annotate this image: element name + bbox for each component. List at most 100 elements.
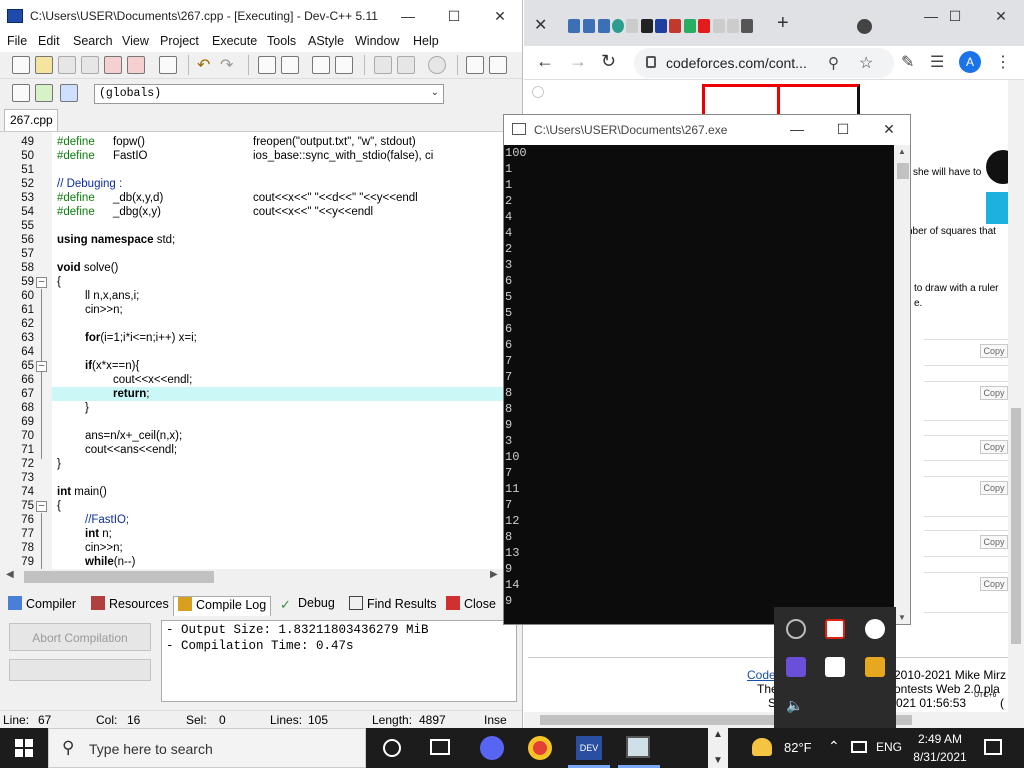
reload-icon[interactable]: ↻ xyxy=(601,51,616,72)
page-scroll-thumb[interactable] xyxy=(1011,408,1021,644)
tab-favicon-icon[interactable] xyxy=(655,19,667,33)
code-editor[interactable]: 49 50 51 52 53 54 55 56 57 58 59 60 61 6… xyxy=(0,131,503,569)
menu-project[interactable]: Project xyxy=(160,34,199,48)
save-icon[interactable] xyxy=(58,56,76,74)
tab-favicon-icon[interactable] xyxy=(583,19,595,33)
tab-favicon-icon[interactable] xyxy=(741,19,753,33)
copy-button[interactable]: Copy xyxy=(980,481,1008,495)
console-window[interactable]: C:\Users\USER\Documents\267.exe — ☐ ✕ 10… xyxy=(503,114,911,625)
tab-favicon-icon[interactable] xyxy=(612,19,624,33)
console-close-button[interactable]: ✕ xyxy=(866,115,910,145)
tab-favicon-icon[interactable] xyxy=(626,19,638,33)
notifications-icon[interactable] xyxy=(984,739,1002,755)
fold-toggle-icon[interactable]: – xyxy=(36,361,47,372)
menu-edit[interactable]: Edit xyxy=(38,34,60,48)
maximize-button[interactable]: ☐ xyxy=(431,0,477,32)
forward-icon[interactable]: → xyxy=(569,51,587,72)
menu-search[interactable]: Search xyxy=(73,34,113,48)
security-shield-icon[interactable] xyxy=(825,657,845,677)
abort-compilation-button[interactable]: Abort Compilation xyxy=(9,623,151,651)
tab-favicon-icon[interactable] xyxy=(641,19,653,33)
language-indicator[interactable]: ENG xyxy=(876,740,902,754)
tab-close[interactable]: Close xyxy=(446,596,496,616)
profile-avatar[interactable]: A xyxy=(959,51,981,73)
close-file-icon[interactable] xyxy=(104,56,122,74)
system-clock[interactable]: 2:49 AM 8/31/2021 xyxy=(905,730,975,766)
extensions-icon[interactable]: ✎ xyxy=(901,52,914,72)
tab-debug[interactable]: ✓ Debug xyxy=(280,596,335,616)
back-icon[interactable] xyxy=(374,56,392,74)
fold-toggle-icon[interactable]: – xyxy=(36,501,47,512)
font-icon[interactable] xyxy=(865,657,885,677)
temperature-text[interactable]: 82°F xyxy=(784,740,812,755)
network-icon[interactable] xyxy=(851,741,867,753)
scroll-up-icon[interactable]: ▲ xyxy=(898,147,906,156)
tab-resources[interactable]: Resources xyxy=(91,596,169,616)
bookmark-star-icon[interactable]: ☆ xyxy=(859,53,873,73)
taskbar-scroll-icon[interactable]: ▲ ▼ xyxy=(708,728,728,768)
devcpp-taskbar-icon[interactable]: DEV xyxy=(576,736,602,760)
console-scrollbar[interactable]: ▲ ▼ xyxy=(894,145,910,624)
menu-help[interactable]: Help xyxy=(413,34,439,48)
address-bar[interactable]: codeforces.com/cont... ⚲ ☆ xyxy=(634,48,894,78)
console-taskbar-icon[interactable] xyxy=(626,736,650,758)
menu-astyle[interactable]: AStyle xyxy=(308,34,344,48)
chrome-icon[interactable] xyxy=(528,736,552,760)
back-icon[interactable]: ← xyxy=(536,51,554,72)
new-tab-icon[interactable]: + xyxy=(777,12,789,35)
tab-favicon-icon[interactable] xyxy=(684,19,696,33)
pen-icon[interactable] xyxy=(786,657,806,677)
more-menu-icon[interactable]: ⋮ xyxy=(995,52,1011,72)
find-icon[interactable] xyxy=(258,56,276,74)
zoom-icon[interactable]: ⚲ xyxy=(828,54,839,72)
replace-icon[interactable] xyxy=(281,56,299,74)
location-icon[interactable] xyxy=(865,619,885,639)
scope-dropdown[interactable]: (globals) ⌄ xyxy=(94,84,444,104)
menu-file[interactable]: File xyxy=(7,34,27,48)
project-options-icon[interactable] xyxy=(489,56,507,74)
new-file-icon[interactable] xyxy=(12,56,30,74)
tab-favicon-icon[interactable] xyxy=(727,19,739,33)
console-minimize-button[interactable]: — xyxy=(774,115,820,145)
compile-run-icon[interactable] xyxy=(60,84,78,102)
copy-button[interactable]: Copy xyxy=(980,440,1008,454)
console-scroll-thumb[interactable] xyxy=(897,163,909,179)
close-all-icon[interactable] xyxy=(127,56,145,74)
compile-icon[interactable] xyxy=(12,84,30,102)
tab-search-icon[interactable] xyxy=(857,19,872,34)
menu-window[interactable]: Window xyxy=(355,34,399,48)
print-icon[interactable] xyxy=(159,56,177,74)
goto-line-icon[interactable] xyxy=(312,56,330,74)
editor-hscroll-thumb[interactable] xyxy=(24,571,214,583)
tab-favicon-icon[interactable] xyxy=(698,19,710,33)
menu-view[interactable]: View xyxy=(122,34,149,48)
devcpp-titlebar[interactable]: C:\Users\USER\Documents\267.cpp - [Execu… xyxy=(0,0,522,32)
speaker-icon[interactable]: 🔈 xyxy=(786,697,806,717)
menu-execute[interactable]: Execute xyxy=(212,34,257,48)
media-control-icon[interactable]: ☰ xyxy=(930,52,944,72)
copy-button[interactable]: Copy xyxy=(980,535,1008,549)
taskbar-search-box[interactable]: ⚲ Type here to search xyxy=(48,728,366,768)
tab-compiler[interactable]: Compiler xyxy=(8,596,76,616)
codeforces-footer-link[interactable]: Code xyxy=(747,668,776,682)
tab-favicon-icon[interactable] xyxy=(598,19,610,33)
forward-icon[interactable] xyxy=(397,56,415,74)
fold-toggle-icon[interactable]: – xyxy=(36,277,47,288)
tab-favicon-icon[interactable] xyxy=(669,19,681,33)
chevron-up-icon[interactable]: ⌃ xyxy=(828,738,840,755)
close-button[interactable]: ✕ xyxy=(477,0,522,32)
discord-icon[interactable] xyxy=(480,736,504,760)
scroll-right-icon[interactable]: ▶ xyxy=(490,569,498,580)
console-output[interactable]: 100 1 1 2 4 4 2 3 6 5 5 6 6 7 7 8 8 9 3 … xyxy=(504,145,894,624)
new-project-icon[interactable] xyxy=(466,56,484,74)
redo-icon[interactable]: ↷ xyxy=(220,55,233,75)
chrome-close-button[interactable]: ✕ xyxy=(978,0,1024,32)
weather-icon[interactable] xyxy=(752,738,772,756)
tab-compile-log[interactable]: Compile Log xyxy=(173,596,272,616)
menu-tools[interactable]: Tools xyxy=(267,34,296,48)
cloud-off-icon[interactable] xyxy=(786,619,806,639)
page-vertical-scrollbar[interactable] xyxy=(1008,80,1024,712)
copy-button[interactable]: Copy xyxy=(980,344,1008,358)
file-tab[interactable]: 267.cpp xyxy=(4,109,58,131)
copy-button[interactable]: Copy xyxy=(980,386,1008,400)
